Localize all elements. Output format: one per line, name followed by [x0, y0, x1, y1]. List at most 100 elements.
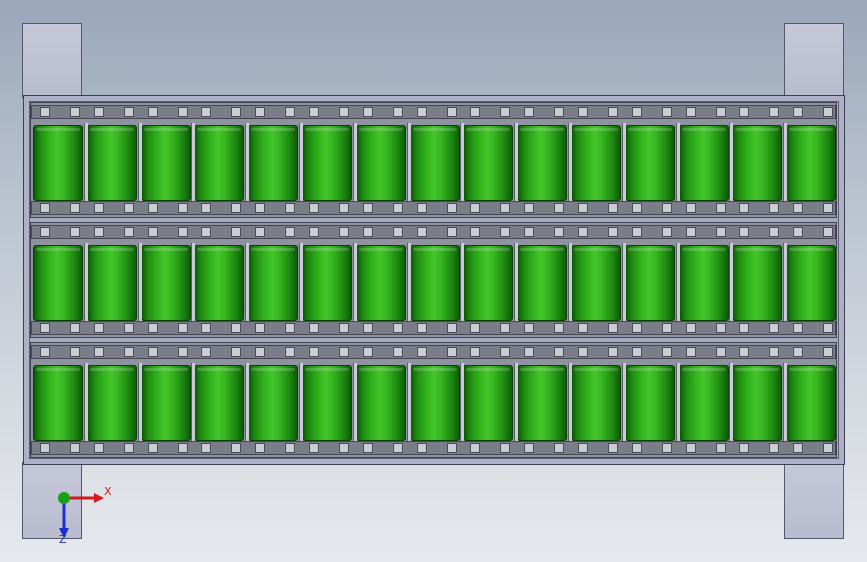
cell-holder-clip: [201, 227, 212, 237]
cell-holder-clip: [231, 227, 242, 237]
battery-cell[interactable]: [678, 365, 729, 441]
module-bottom-rail: [31, 201, 836, 215]
cell-divider: [83, 243, 88, 323]
battery-cell[interactable]: [194, 245, 245, 321]
battery-cell[interactable]: [194, 365, 245, 441]
battery-cell[interactable]: [248, 365, 299, 441]
cell-holder-clip: [255, 443, 266, 453]
cell-divider: [514, 363, 519, 443]
battery-cell[interactable]: [248, 125, 299, 201]
battery-cell[interactable]: [463, 125, 514, 201]
battery-cell[interactable]: [355, 245, 406, 321]
battery-cell[interactable]: [409, 245, 460, 321]
battery-cell[interactable]: [248, 245, 299, 321]
cell-holder-clip: [362, 347, 373, 357]
cell-holder-clip: [416, 227, 427, 237]
cell-divider: [460, 243, 465, 323]
battery-module-2[interactable]: [30, 222, 837, 338]
battery-cell[interactable]: [33, 245, 83, 321]
x-axis-label: X: [104, 485, 112, 498]
battery-cell[interactable]: [140, 245, 191, 321]
battery-cell[interactable]: [355, 365, 406, 441]
cell-holder-clip: [769, 323, 780, 333]
cell-holder-clip: [554, 443, 565, 453]
cell-holder-clip: [147, 227, 158, 237]
cell-holder-clip: [739, 107, 750, 117]
cell-holder-clip: [231, 107, 242, 117]
cell-holder-clip: [309, 323, 319, 333]
cell-holder-clip: [177, 227, 188, 237]
cell-holder-clip: [93, 323, 104, 333]
cell-holder-clip: [147, 203, 158, 213]
battery-module-3[interactable]: [30, 342, 837, 458]
battery-cell[interactable]: [409, 365, 460, 441]
z-axis-label: Z: [59, 533, 67, 546]
battery-module-1[interactable]: [30, 102, 837, 218]
battery-cell[interactable]: [517, 125, 568, 201]
battery-cell[interactable]: [678, 245, 729, 321]
cell-divider: [783, 243, 788, 323]
cell-holder-clip: [177, 443, 188, 453]
cell-holder-clip: [309, 347, 319, 357]
cell-holder-clip: [255, 347, 266, 357]
cell-holder-clip: [201, 203, 212, 213]
battery-cell[interactable]: [732, 365, 783, 441]
cell-holder-clip: [470, 107, 481, 117]
battery-cell[interactable]: [517, 365, 568, 441]
battery-cell[interactable]: [571, 245, 621, 321]
battery-cell[interactable]: [624, 365, 675, 441]
cell-holder-clip: [685, 203, 696, 213]
cell-holder-clip: [339, 323, 349, 333]
battery-cell[interactable]: [678, 125, 729, 201]
cell-holder-clip: [147, 443, 158, 453]
battery-cell[interactable]: [786, 125, 837, 201]
battery-cell[interactable]: [786, 245, 837, 321]
cell-holder-clip: [416, 107, 427, 117]
cell-holder-clip: [554, 227, 565, 237]
battery-cell[interactable]: [786, 365, 837, 441]
cell-holder-clip: [177, 107, 188, 117]
battery-cell[interactable]: [355, 125, 406, 201]
cell-divider: [245, 363, 250, 443]
battery-cell[interactable]: [86, 125, 137, 201]
battery-cell[interactable]: [140, 125, 191, 201]
battery-cell[interactable]: [194, 125, 245, 201]
battery-cell[interactable]: [732, 125, 783, 201]
battery-cell[interactable]: [302, 125, 352, 201]
battery-cell[interactable]: [86, 365, 137, 441]
battery-cell[interactable]: [86, 245, 137, 321]
cell-divider: [352, 123, 357, 203]
battery-cell[interactable]: [463, 245, 514, 321]
battery-cell[interactable]: [33, 365, 83, 441]
cell-holder-clip: [578, 323, 588, 333]
cell-holder-clip: [40, 347, 50, 357]
battery-cell[interactable]: [624, 125, 675, 201]
cell-holder-clip: [362, 203, 373, 213]
battery-cell[interactable]: [571, 125, 621, 201]
battery-cell[interactable]: [140, 365, 191, 441]
cell-holder-clip: [661, 107, 672, 117]
cell-holder-clip: [524, 107, 535, 117]
cad-viewport[interactable]: X Z: [0, 0, 867, 562]
battery-cell[interactable]: [517, 245, 568, 321]
cell-divider: [245, 123, 250, 203]
cell-holder-clip: [470, 323, 481, 333]
battery-cell[interactable]: [33, 125, 83, 201]
battery-cell[interactable]: [302, 365, 352, 441]
cell-holder-clip: [608, 323, 618, 333]
cell-holder-clip: [147, 323, 158, 333]
cell-holder-clip: [40, 107, 50, 117]
support-post-top-left: [22, 23, 82, 98]
cell-holder-clip: [285, 323, 296, 333]
cell-holder-clip: [578, 443, 588, 453]
battery-cell[interactable]: [463, 365, 514, 441]
battery-cell[interactable]: [571, 365, 621, 441]
cell-holder-clip: [739, 347, 750, 357]
battery-cell[interactable]: [302, 245, 352, 321]
battery-cell[interactable]: [409, 125, 460, 201]
cell-holder-clip: [339, 443, 349, 453]
battery-cell[interactable]: [624, 245, 675, 321]
cell-holder-clip: [231, 443, 242, 453]
battery-cell[interactable]: [732, 245, 783, 321]
cell-holder-clip: [685, 443, 696, 453]
